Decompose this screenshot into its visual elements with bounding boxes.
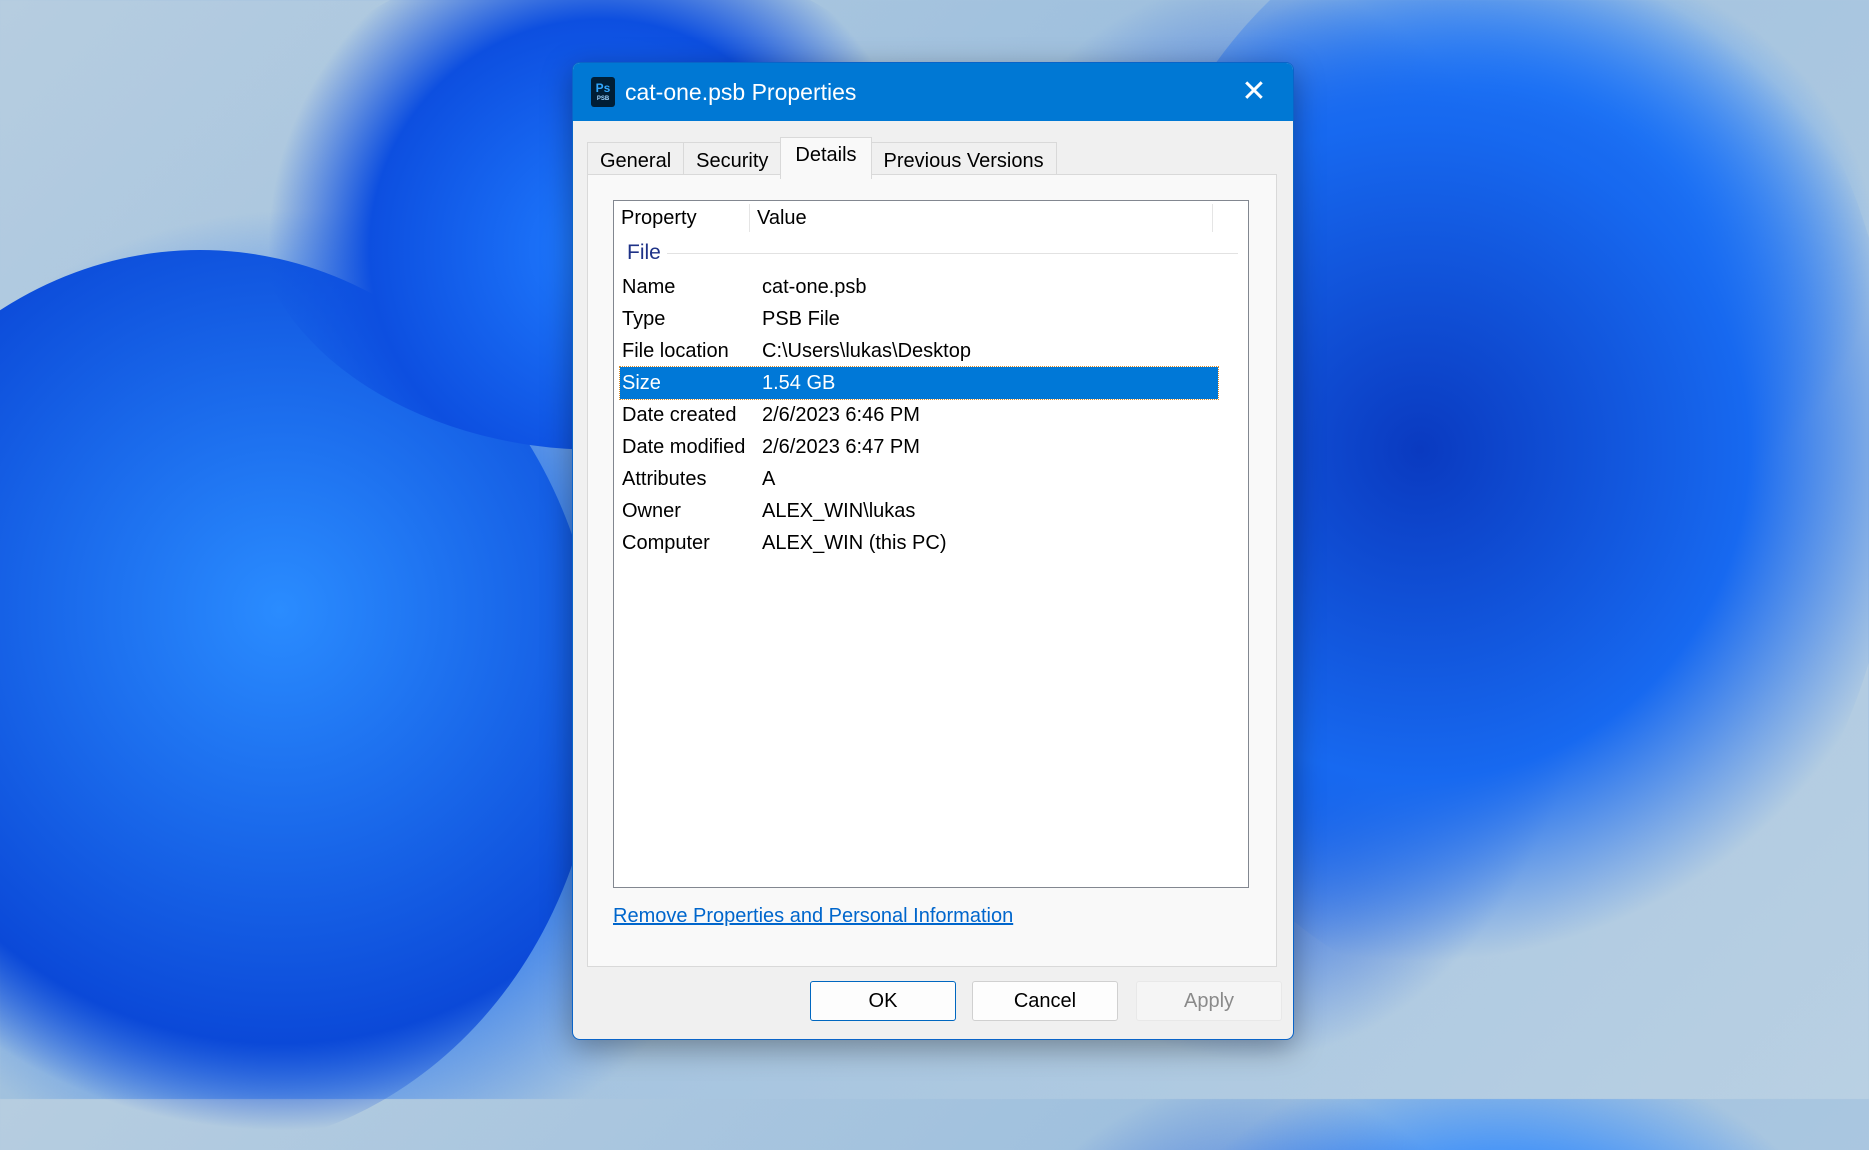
table-row[interactable]: Computer ALEX_WIN (this PC) <box>620 527 1218 559</box>
remove-properties-link[interactable]: Remove Properties and Personal Informati… <box>613 905 1013 928</box>
property-value: ALEX_WIN (this PC) <box>762 531 947 554</box>
table-row[interactable]: Date created 2/6/2023 6:46 PM <box>620 399 1218 431</box>
column-header-value[interactable]: Value <box>750 204 1213 232</box>
table-row[interactable]: Type PSB File <box>620 303 1218 335</box>
property-value: PSB File <box>762 307 840 330</box>
property-name: Attributes <box>622 467 707 490</box>
property-value: C:\Users\lukas\Desktop <box>762 339 971 362</box>
apply-button[interactable]: Apply <box>1136 981 1282 1021</box>
group-divider <box>666 252 1238 254</box>
property-name: Computer <box>622 531 710 554</box>
details-list[interactable]: Property Value File Name cat-one.psb Type P… <box>613 200 1249 888</box>
tab-details[interactable]: Details <box>780 137 872 179</box>
group-header-file: File <box>614 235 1248 271</box>
photoshop-file-icon: Ps PSB <box>591 77 615 107</box>
table-row[interactable]: File location C:\Users\lukas\Desktop <box>620 335 1218 367</box>
properties-dialog: Ps PSB cat-one.psb Properties ✕ General … <box>572 62 1294 1040</box>
column-header-property[interactable]: Property <box>614 204 750 232</box>
property-name: Date created <box>622 403 737 426</box>
ok-button[interactable]: OK <box>810 981 956 1021</box>
property-name: Size <box>622 371 661 394</box>
cancel-button[interactable]: Cancel <box>972 981 1118 1021</box>
property-value: 2/6/2023 6:46 PM <box>762 403 920 426</box>
list-header: Property Value <box>614 201 1248 235</box>
app-icon-subtext: PSB <box>596 96 610 102</box>
group-label: File <box>627 241 661 264</box>
close-icon: ✕ <box>1241 75 1267 108</box>
tab-bar: General Security Details Previous Versio… <box>587 137 1057 179</box>
window-title: cat-one.psb Properties <box>625 78 857 105</box>
property-name: Name <box>622 275 676 298</box>
property-name: Owner <box>622 499 681 522</box>
table-row[interactable]: Size 1.54 GB <box>619 366 1219 400</box>
property-value: A <box>762 467 776 490</box>
close-button[interactable]: ✕ <box>1237 75 1271 109</box>
property-value: ALEX_WIN\lukas <box>762 499 916 522</box>
app-icon-text: Ps <box>595 81 611 95</box>
table-row[interactable]: Date modified 2/6/2023 6:47 PM <box>620 431 1218 463</box>
property-value: 2/6/2023 6:47 PM <box>762 435 920 458</box>
details-panel: Property Value File Name cat-one.psb Type P… <box>587 174 1277 967</box>
table-row[interactable]: Name cat-one.psb <box>620 271 1218 303</box>
title-bar[interactable]: Ps PSB cat-one.psb Properties ✕ <box>573 63 1293 121</box>
property-value: 1.54 GB <box>762 371 836 394</box>
property-value: cat-one.psb <box>762 275 867 298</box>
property-name: Date modified <box>622 435 746 458</box>
property-name: File location <box>622 339 729 362</box>
property-name: Type <box>622 307 666 330</box>
table-row[interactable]: Owner ALEX_WIN\lukas <box>620 495 1218 527</box>
table-row[interactable]: Attributes A <box>620 463 1218 495</box>
